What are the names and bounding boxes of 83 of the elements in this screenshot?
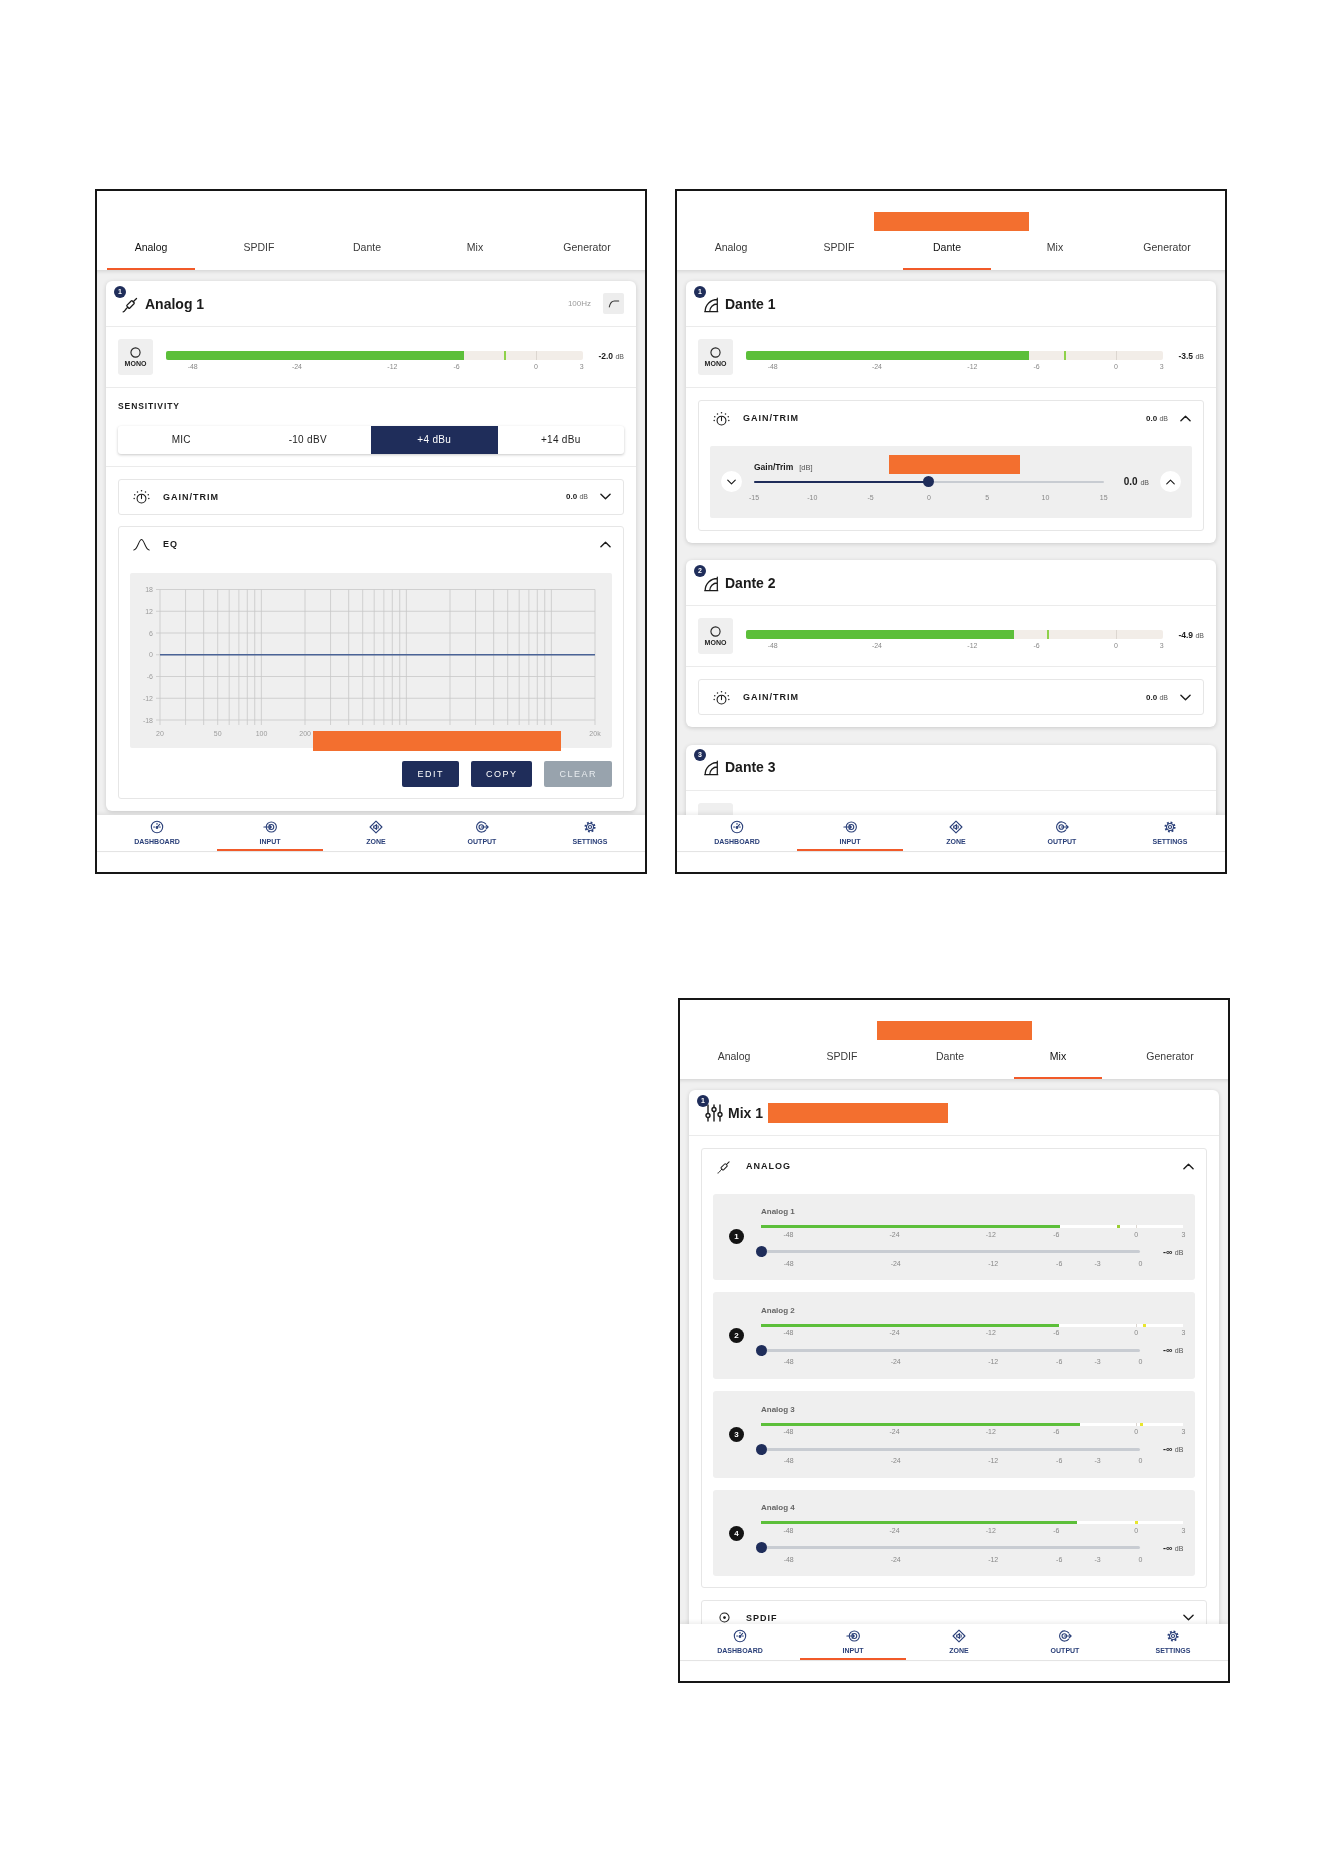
tab[interactable]: Mix	[431, 240, 519, 270]
settings-icon	[1163, 820, 1177, 834]
speaker-diamond-icon	[949, 820, 963, 834]
sensitivity-option[interactable]: -10 dBV	[244, 425, 371, 454]
channel-number: 2	[729, 1328, 744, 1344]
action-button[interactable]: COPY	[470, 760, 533, 787]
slider-label: Gain/Trim	[754, 461, 794, 472]
target-arrow-in-icon	[843, 820, 857, 834]
gauge-icon	[730, 820, 744, 834]
source-name: Analog 1	[761, 1206, 795, 1217]
channel-title: Analog 1	[145, 295, 205, 312]
slider-thumb[interactable]	[755, 1542, 767, 1554]
tab[interactable]: Analog	[687, 240, 775, 270]
channel-number: 1	[729, 1229, 744, 1245]
tab[interactable]: Analog	[690, 1049, 778, 1079]
arcs-icon	[702, 758, 720, 776]
section-title: EQ	[163, 539, 178, 549]
settings-icon	[583, 820, 597, 834]
gauge-icon	[150, 820, 164, 834]
chevron-down-icon	[727, 478, 736, 485]
slider-thumb[interactable]	[755, 1246, 767, 1257]
plug-icon	[716, 1158, 733, 1174]
filter-frequency: 100Hz	[567, 299, 591, 308]
section-title: SPDIF	[746, 1612, 778, 1623]
slider-thumb[interactable]	[755, 1443, 767, 1455]
target-arrow-in-icon	[263, 820, 277, 834]
chevron-up-icon[interactable]	[600, 540, 611, 548]
source-name: Analog 2	[761, 1304, 795, 1316]
bell-curve-icon	[133, 536, 150, 552]
filter-button[interactable]	[603, 293, 624, 314]
settings-icon	[1166, 1629, 1180, 1643]
tab[interactable]: Generator	[1119, 240, 1215, 270]
gauge-icon	[733, 1629, 747, 1643]
target-arrow-out-icon	[475, 820, 489, 834]
channel-number: 3	[729, 1426, 744, 1442]
knob-icon	[133, 489, 150, 504]
circle-icon	[130, 346, 141, 358]
circle-icon	[710, 625, 721, 637]
knob-icon	[713, 410, 730, 426]
channel-title: Mix 1	[728, 1104, 763, 1121]
target-arrow-out-icon	[1058, 1629, 1072, 1643]
source-name: Analog 4	[761, 1502, 795, 1514]
section-title: GAIN/TRIM	[743, 413, 799, 423]
chevron-up-icon[interactable]	[1183, 1162, 1194, 1170]
curve-icon	[607, 299, 620, 308]
channel-number: 4	[729, 1525, 744, 1541]
channel-title: Dante 1	[725, 295, 776, 312]
slider-thumb[interactable]	[755, 1344, 767, 1356]
chevron-up-icon	[1166, 478, 1175, 485]
action-button[interactable]: EDIT	[402, 760, 459, 787]
slider-thumb[interactable]	[923, 476, 935, 488]
tab[interactable]: Generator	[539, 240, 635, 270]
sensitivity-option[interactable]: +4 dBu	[371, 425, 498, 454]
tab[interactable]: Generator	[1122, 1049, 1218, 1079]
target-arrow-in-icon	[846, 1629, 860, 1643]
increase-button[interactable]	[1160, 471, 1181, 493]
chevron-up-icon[interactable]	[1180, 414, 1191, 422]
tab[interactable]: SPDIF	[795, 240, 883, 270]
chevron-down-icon[interactable]	[1183, 1614, 1194, 1622]
section-title: GAIN/TRIM	[743, 692, 799, 702]
section-title: GAIN/TRIM	[163, 491, 219, 502]
tab[interactable]: Dante	[906, 1049, 994, 1079]
chevron-down-icon[interactable]	[1180, 693, 1191, 701]
section-title: SENSITIVITY	[118, 401, 180, 412]
sensitivity-option[interactable]: MIC	[118, 425, 245, 454]
circle-icon	[710, 346, 721, 358]
tab[interactable]: Dante	[323, 240, 411, 270]
section-title: ANALOG	[746, 1161, 791, 1171]
decrease-button[interactable]	[721, 471, 742, 493]
sensitivity-option[interactable]: +14 dBu	[497, 425, 624, 454]
speaker-diamond-icon	[369, 820, 383, 834]
tab[interactable]: SPDIF	[215, 240, 303, 270]
channel-title: Dante 2	[725, 574, 776, 591]
source-name: Analog 3	[761, 1403, 795, 1415]
tab[interactable]: Mix	[1011, 240, 1099, 270]
tab[interactable]: SPDIF	[798, 1049, 886, 1079]
target-arrow-out-icon	[1055, 820, 1069, 834]
knob-icon	[713, 689, 730, 705]
channel-title: Dante 3	[725, 759, 776, 775]
speaker-diamond-icon	[952, 1629, 966, 1643]
chevron-down-icon[interactable]	[600, 493, 611, 500]
circle-dot-icon	[719, 1612, 730, 1624]
sliders-icon	[705, 1103, 723, 1122]
